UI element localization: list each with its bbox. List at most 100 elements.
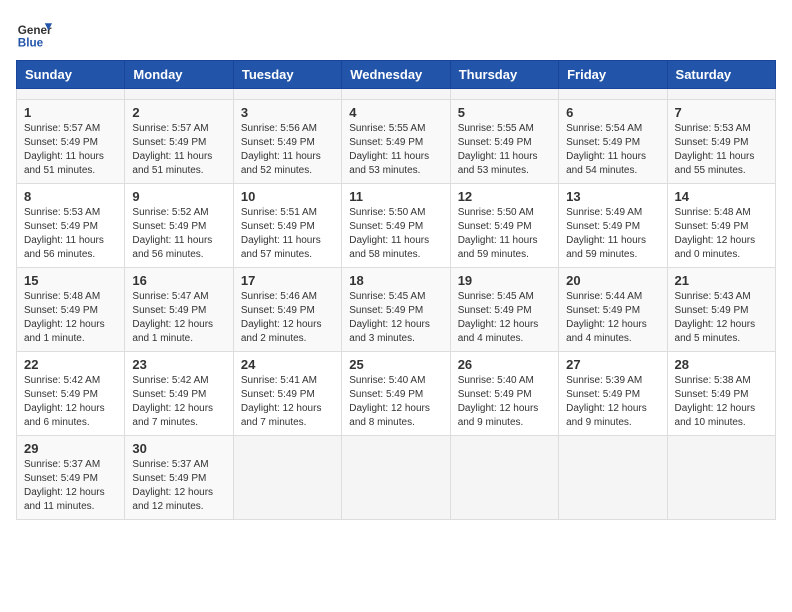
calendar-cell: 25 Sunrise: 5:40 AMSunset: 5:49 PMDayligh… — [342, 352, 450, 436]
day-number: 13 — [566, 189, 659, 204]
day-number: 25 — [349, 357, 442, 372]
calendar-cell: 22Sunrise: 5:42 AMSunset: 5:49 PMDayligh… — [17, 352, 125, 436]
calendar-cell: 23 Sunrise: 5:42 AMSunset: 5:49 PMDayligh… — [125, 352, 233, 436]
weekday-header: Wednesday — [342, 61, 450, 89]
day-number: 8 — [24, 189, 117, 204]
day-number: 18 — [349, 273, 442, 288]
calendar-week-row: 22 Sunrise: 5:42 AMSunset: 5:49 PMDayligh… — [17, 352, 776, 436]
calendar-cell: 9 Sunrise: 5:52 AMSunset: 5:49 PMDaylight… — [125, 184, 233, 268]
day-number: 19 — [458, 273, 551, 288]
logo: General Blue — [16, 16, 52, 52]
calendar-cell: 13 Sunrise: 5:49 AMSunset: 5:49 PMDayligh… — [559, 184, 667, 268]
day-info: Sunrise: 5:45 AMSunset: 5:49 PMDaylight:… — [349, 290, 442, 346]
day-number: 24 — [241, 357, 334, 372]
calendar-cell: 3 Sunrise: 5:56 AMSunset: 5:49 PMDaylight… — [233, 100, 341, 184]
day-info: Sunrise: 5:40 AMSunset: 5:49 PMDaylight:… — [349, 374, 442, 430]
day-info: Sunrise: 5:55 AMSunset: 5:49 PMDaylight:… — [458, 122, 551, 178]
day-number: 12 — [458, 189, 551, 204]
day-info: Sunrise: 5:53 AMSunset: 5:49 PMDaylight:… — [675, 122, 768, 178]
day-info: Sunrise: 5:43 AMSunset: 5:49 PMDaylight:… — [675, 290, 768, 346]
calendar-cell — [233, 436, 341, 520]
calendar-week-row: 1Sunrise: 5:57 AMSunset: 5:49 PMDaylight… — [17, 100, 776, 184]
calendar-week-row — [17, 89, 776, 100]
calendar-cell: 17 Sunrise: 5:46 AMSunset: 5:49 PMDayligh… — [233, 268, 341, 352]
day-number: 23 — [132, 357, 225, 372]
weekday-header: Monday — [125, 61, 233, 89]
day-info: Sunrise: 5:47 AMSunset: 5:49 PMDaylight:… — [132, 290, 225, 346]
calendar-cell — [559, 89, 667, 100]
day-info: Sunrise: 5:49 AMSunset: 5:49 PMDaylight:… — [566, 206, 659, 262]
day-number: 15 — [24, 273, 117, 288]
calendar-cell: 26Sunrise: 5:40 AMSunset: 5:49 PMDayligh… — [450, 352, 558, 436]
calendar-table: SundayMondayTuesdayWednesdayThursdayFrid… — [16, 60, 776, 520]
calendar-cell: 12Sunrise: 5:50 AMSunset: 5:49 PMDayligh… — [450, 184, 558, 268]
calendar-cell: 5 Sunrise: 5:55 AMSunset: 5:49 PMDaylight… — [450, 100, 558, 184]
day-number: 2 — [132, 105, 225, 120]
calendar-cell: 14 Sunrise: 5:48 AMSunset: 5:49 PMDayligh… — [667, 184, 775, 268]
calendar-cell: 10 Sunrise: 5:51 AMSunset: 5:49 PMDayligh… — [233, 184, 341, 268]
calendar-cell — [667, 436, 775, 520]
day-number: 20 — [566, 273, 659, 288]
calendar-cell — [342, 436, 450, 520]
calendar-cell: 16Sunrise: 5:47 AMSunset: 5:49 PMDayligh… — [125, 268, 233, 352]
calendar-cell — [450, 89, 558, 100]
calendar-cell: 19 Sunrise: 5:45 AMSunset: 5:49 PMDayligh… — [450, 268, 558, 352]
calendar-cell: 24Sunrise: 5:41 AMSunset: 5:49 PMDayligh… — [233, 352, 341, 436]
day-info: Sunrise: 5:54 AMSunset: 5:49 PMDaylight:… — [566, 122, 659, 178]
day-number: 5 — [458, 105, 551, 120]
weekday-header: Thursday — [450, 61, 558, 89]
calendar-cell — [125, 89, 233, 100]
day-number: 9 — [132, 189, 225, 204]
day-info: Sunrise: 5:48 AMSunset: 5:49 PMDaylight:… — [24, 290, 117, 346]
svg-text:Blue: Blue — [18, 37, 44, 50]
day-info: Sunrise: 5:46 AMSunset: 5:49 PMDaylight:… — [241, 290, 334, 346]
day-number: 17 — [241, 273, 334, 288]
day-number: 26 — [458, 357, 551, 372]
weekday-header: Sunday — [17, 61, 125, 89]
calendar-cell: 28Sunrise: 5:38 AMSunset: 5:49 PMDayligh… — [667, 352, 775, 436]
day-info: Sunrise: 5:53 AMSunset: 5:49 PMDaylight:… — [24, 206, 117, 262]
calendar-cell: 8 Sunrise: 5:53 AMSunset: 5:49 PMDaylight… — [17, 184, 125, 268]
weekday-header: Tuesday — [233, 61, 341, 89]
calendar-cell: 15 Sunrise: 5:48 AMSunset: 5:49 PMDayligh… — [17, 268, 125, 352]
calendar-cell: 20Sunrise: 5:44 AMSunset: 5:49 PMDayligh… — [559, 268, 667, 352]
day-number: 6 — [566, 105, 659, 120]
day-number: 10 — [241, 189, 334, 204]
calendar-cell: 27 Sunrise: 5:39 AMSunset: 5:49 PMDayligh… — [559, 352, 667, 436]
day-number: 4 — [349, 105, 442, 120]
day-info: Sunrise: 5:51 AMSunset: 5:49 PMDaylight:… — [241, 206, 334, 262]
day-info: Sunrise: 5:56 AMSunset: 5:49 PMDaylight:… — [241, 122, 334, 178]
day-info: Sunrise: 5:38 AMSunset: 5:49 PMDaylight:… — [675, 374, 768, 430]
day-number: 3 — [241, 105, 334, 120]
day-number: 30 — [132, 441, 225, 456]
calendar-cell — [342, 89, 450, 100]
day-number: 21 — [675, 273, 768, 288]
calendar-cell — [559, 436, 667, 520]
day-info: Sunrise: 5:55 AMSunset: 5:49 PMDaylight:… — [349, 122, 442, 178]
calendar-week-row: 15 Sunrise: 5:48 AMSunset: 5:49 PMDayligh… — [17, 268, 776, 352]
day-info: Sunrise: 5:45 AMSunset: 5:49 PMDaylight:… — [458, 290, 551, 346]
calendar-cell: 1Sunrise: 5:57 AMSunset: 5:49 PMDaylight… — [17, 100, 125, 184]
day-number: 29 — [24, 441, 117, 456]
weekday-header-row: SundayMondayTuesdayWednesdayThursdayFrid… — [17, 61, 776, 89]
day-info: Sunrise: 5:48 AMSunset: 5:49 PMDaylight:… — [675, 206, 768, 262]
day-info: Sunrise: 5:50 AMSunset: 5:49 PMDaylight:… — [349, 206, 442, 262]
calendar-cell: 21 Sunrise: 5:43 AMSunset: 5:49 PMDayligh… — [667, 268, 775, 352]
day-info: Sunrise: 5:39 AMSunset: 5:49 PMDaylight:… — [566, 374, 659, 430]
calendar-cell — [450, 436, 558, 520]
day-info: Sunrise: 5:37 AMSunset: 5:49 PMDaylight:… — [132, 458, 225, 514]
calendar-cell: 2 Sunrise: 5:57 AMSunset: 5:49 PMDaylight… — [125, 100, 233, 184]
calendar-cell — [233, 89, 341, 100]
day-number: 27 — [566, 357, 659, 372]
calendar-cell: 30 Sunrise: 5:37 AMSunset: 5:49 PMDayligh… — [125, 436, 233, 520]
day-info: Sunrise: 5:57 AMSunset: 5:49 PMDaylight:… — [132, 122, 225, 178]
day-info: Sunrise: 5:42 AMSunset: 5:49 PMDaylight:… — [132, 374, 225, 430]
day-number: 11 — [349, 189, 442, 204]
calendar-cell — [17, 89, 125, 100]
day-info: Sunrise: 5:52 AMSunset: 5:49 PMDaylight:… — [132, 206, 225, 262]
header: General Blue — [16, 16, 776, 52]
calendar-cell: 6 Sunrise: 5:54 AMSunset: 5:49 PMDaylight… — [559, 100, 667, 184]
day-number: 14 — [675, 189, 768, 204]
calendar-cell: 4 Sunrise: 5:55 AMSunset: 5:49 PMDaylight… — [342, 100, 450, 184]
day-number: 22 — [24, 357, 117, 372]
